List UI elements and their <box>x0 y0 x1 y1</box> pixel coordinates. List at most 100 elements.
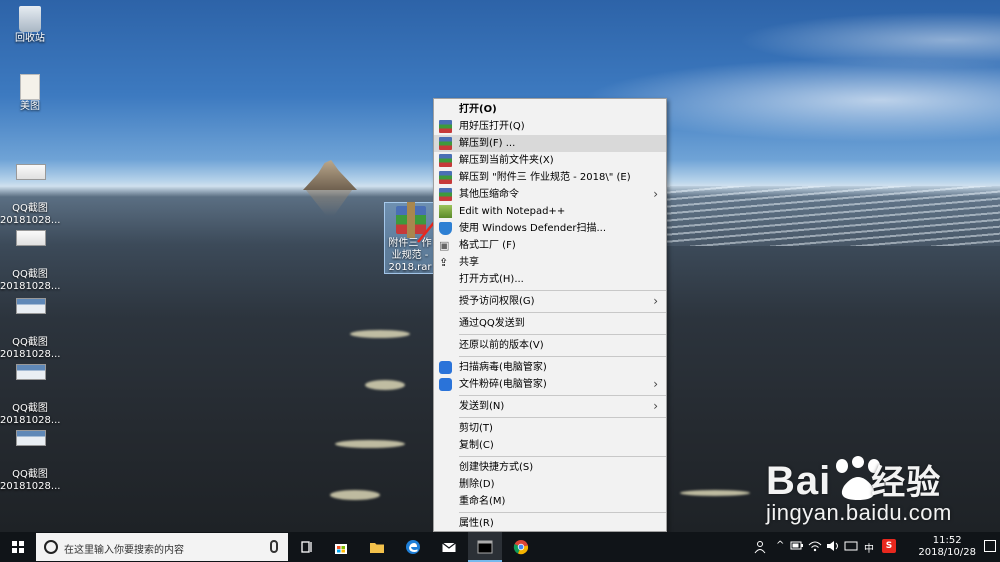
context-menu-item[interactable]: ▣ 格式工厂 (F) <box>434 237 666 254</box>
windows-logo-icon <box>12 541 24 553</box>
clock-date: 2018/10/28 <box>918 547 976 558</box>
context-menu-item-label: 解压到当前文件夹(X) <box>459 155 554 166</box>
baidu-jingyan-watermark: Bai 经验 jingyan.baidu.com <box>766 455 952 526</box>
start-button[interactable] <box>0 532 36 562</box>
context-menu-item-label: 其他压缩命令 <box>459 189 519 200</box>
context-menu-item[interactable]: 复制(C) <box>434 437 666 454</box>
context-menu-item[interactable]: 通过QQ发送到 <box>434 315 666 332</box>
volume-icon[interactable] <box>826 540 840 552</box>
context-menu-item[interactable]: 还原以前的版本(V) <box>434 337 666 354</box>
menu-separator <box>459 356 666 357</box>
winrar-icon <box>439 154 452 167</box>
context-menu-item[interactable]: 文件粉碎(电脑管家) › <box>434 376 666 393</box>
context-menu-item-label: 属性(R) <box>459 518 494 529</box>
context-menu-item[interactable]: 属性(R) <box>434 515 666 532</box>
desktop-icon-qq-screenshot[interactable]: QQ截图 20181028... <box>0 412 60 505</box>
microphone-icon[interactable] <box>270 540 278 553</box>
context-menu-item[interactable]: 剪切(T) <box>434 420 666 437</box>
context-menu-item[interactable]: 打开方式(H)... <box>434 271 666 288</box>
input-keyboard-icon[interactable] <box>844 540 858 552</box>
context-menu-item-label: 解压到(F) ... <box>459 138 516 149</box>
people-icon[interactable] <box>754 540 768 554</box>
context-menu-item-label: 还原以前的版本(V) <box>459 340 544 351</box>
context-menu-item[interactable]: 解压到(F) ... <box>434 135 666 152</box>
context-menu-item-label: 用好压打开(Q) <box>459 121 525 132</box>
taskbar-clock[interactable]: 11:52 2018/10/28 <box>918 535 976 559</box>
menu-separator <box>459 395 666 396</box>
taskbar-file-explorer[interactable] <box>360 532 394 562</box>
taskbar-search-box[interactable]: 在这里输入你要搜索的内容 <box>36 533 288 561</box>
ime-indicator[interactable]: 中 <box>864 540 874 555</box>
image-thumbnail-icon <box>16 364 46 388</box>
menu-separator <box>459 334 666 335</box>
notification-center-icon[interactable] <box>984 540 996 552</box>
mail-icon <box>442 542 456 552</box>
context-menu[interactable]: 打开(O) 用好压打开(Q) 解压到(F) ... 解压到当前文件夹(X) 解压到 "附… <box>433 98 667 532</box>
context-menu-item[interactable]: 删除(D) <box>434 476 666 493</box>
winrar-icon <box>439 120 452 133</box>
recycle-bin-icon <box>16 6 44 32</box>
foam <box>680 490 750 496</box>
context-menu-item[interactable]: 其他压缩命令 › <box>434 186 666 203</box>
menu-separator <box>459 312 666 313</box>
store-bag-icon <box>335 544 347 554</box>
context-menu-item[interactable]: 解压到当前文件夹(X) <box>434 152 666 169</box>
context-menu-item-label: 创建快捷方式(S) <box>459 462 534 473</box>
winrar-icon <box>439 171 452 184</box>
battery-icon[interactable] <box>790 540 804 552</box>
sogou-input-icon[interactable]: S <box>882 539 896 553</box>
context-menu-item-label: 扫描病毒(电脑管家) <box>459 362 547 373</box>
share-icon: ⇪ <box>439 256 449 269</box>
folder-icon <box>370 543 384 553</box>
cortana-icon <box>44 540 58 554</box>
menu-separator <box>459 417 666 418</box>
foam <box>350 330 410 338</box>
watermark-logo-cn: 经验 <box>871 464 942 502</box>
context-menu-item-label: 复制(C) <box>459 440 494 451</box>
context-menu-item[interactable]: Edit with Notepad++ <box>434 203 666 220</box>
taskbar-edge[interactable] <box>396 532 430 562</box>
context-menu-item[interactable]: 打开(O) <box>434 101 666 118</box>
context-menu-item-label: 剪切(T) <box>459 423 493 434</box>
menu-separator <box>459 512 666 513</box>
taskbar-store[interactable] <box>324 532 358 562</box>
watermark-url: jingyan.baidu.com <box>766 500 952 525</box>
context-menu-item[interactable]: 使用 Windows Defender扫描... <box>434 220 666 237</box>
chevron-right-icon: › <box>653 294 658 308</box>
context-menu-item[interactable]: 解压到 "附件三 作业规范 - 2018\" (E) <box>434 169 666 186</box>
chevron-right-icon: › <box>653 187 658 201</box>
context-menu-item[interactable]: 用好压打开(Q) <box>434 118 666 135</box>
clock-time: 11:52 <box>932 535 962 546</box>
watermark-logo: Bai <box>766 459 832 503</box>
context-menu-item-label: 格式工厂 (F) <box>459 240 516 251</box>
context-menu-item[interactable]: 创建快捷方式(S) <box>434 459 666 476</box>
task-view-button[interactable] <box>290 532 324 562</box>
chrome-icon <box>513 540 529 555</box>
context-menu-item[interactable]: 发送到(N) › <box>434 398 666 415</box>
taskbar-mail[interactable] <box>432 532 466 562</box>
context-menu-item[interactable]: 授予访问权限(G) › <box>434 293 666 310</box>
desktop-icon-label: 美图 <box>20 101 40 112</box>
context-menu-item[interactable]: 扫描病毒(电脑管家) <box>434 359 666 376</box>
wifi-icon[interactable] <box>808 540 822 552</box>
context-menu-item[interactable]: 重命名(M) <box>434 493 666 510</box>
image-thumbnail-icon <box>16 430 46 454</box>
context-menu-item-label: 文件粉碎(电脑管家) <box>459 379 547 390</box>
sea-rock <box>303 160 357 190</box>
chevron-up-icon[interactable]: ^ <box>776 540 784 551</box>
menu-separator <box>459 456 666 457</box>
image-thumbnail-icon <box>16 164 46 188</box>
taskbar-cmd[interactable] <box>468 532 502 562</box>
shore-waves <box>650 186 1000 246</box>
search-input[interactable]: 在这里输入你要搜索的内容 <box>64 541 184 556</box>
document-icon <box>16 74 44 100</box>
qq-pc-manager-icon <box>439 378 452 391</box>
taskbar-chrome[interactable] <box>504 532 538 562</box>
rock-reflection <box>306 190 352 216</box>
context-menu-item-label: 删除(D) <box>459 479 495 490</box>
desktop-icon-meitu[interactable]: 美图 <box>0 74 60 113</box>
desktop-icon-recycle-bin[interactable]: 回收站 <box>0 6 60 45</box>
foam <box>330 490 380 500</box>
winrar-icon <box>439 137 452 150</box>
context-menu-item[interactable]: ⇪ 共享 <box>434 254 666 271</box>
